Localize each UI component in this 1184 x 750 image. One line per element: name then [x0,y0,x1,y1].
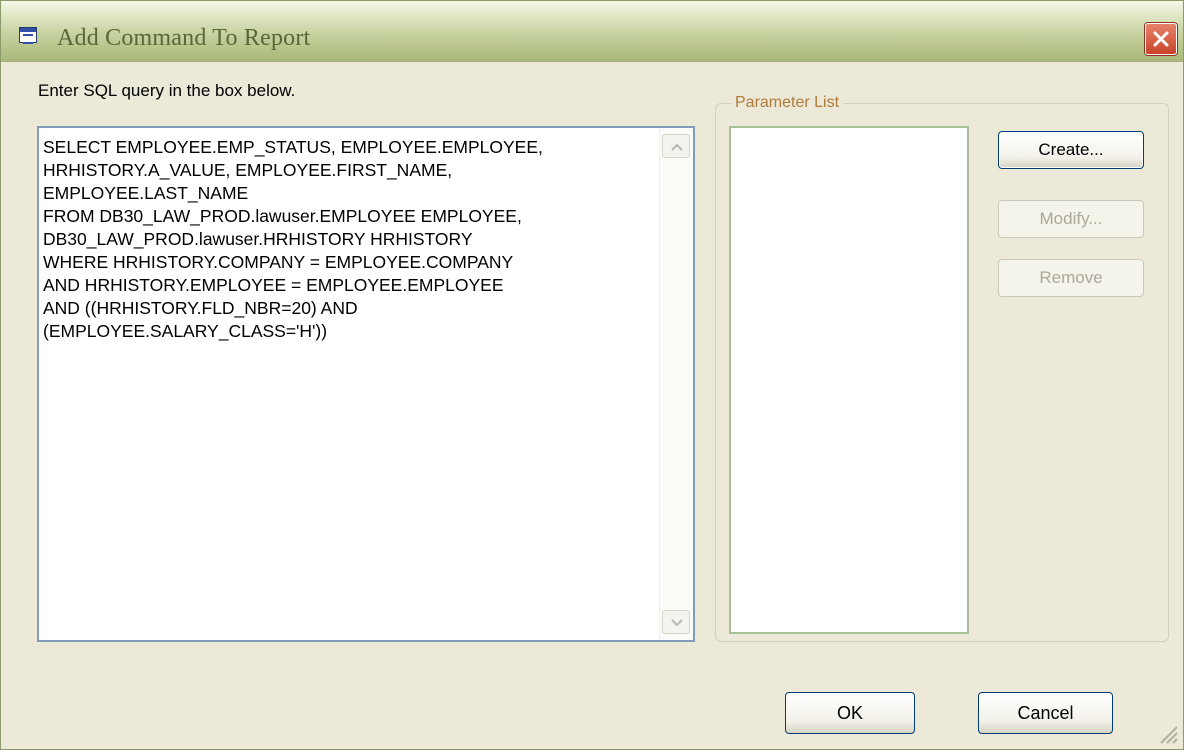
title-bar[interactable]: Add Command To Report [1,1,1183,62]
close-icon [1153,31,1169,47]
chevron-up-icon [671,143,683,151]
modify-button[interactable]: Modify... [998,200,1144,238]
cancel-button[interactable]: Cancel [978,692,1113,734]
remove-button[interactable]: Remove [998,259,1144,297]
sql-vertical-scrollbar[interactable] [659,128,693,640]
app-icon [19,27,37,44]
scroll-up-button[interactable] [662,134,690,158]
close-button[interactable] [1145,23,1177,55]
parameter-list-legend: Parameter List [731,94,844,112]
ok-button[interactable]: OK [785,692,915,734]
chevron-down-icon [671,619,683,627]
create-button[interactable]: Create... [998,131,1144,169]
dialog-window: Add Command To Report Enter SQL query in… [0,0,1184,750]
sql-query-textarea[interactable]: SELECT EMPLOYEE.EMP_STATUS, EMPLOYEE.EMP… [37,126,695,642]
resize-grip-icon[interactable] [1155,721,1179,745]
sql-instruction-label: Enter SQL query in the box below. [38,81,296,100]
parameter-listbox[interactable] [729,126,969,634]
window-title: Add Command To Report [57,25,311,51]
sql-query-text[interactable]: SELECT EMPLOYEE.EMP_STATUS, EMPLOYEE.EMP… [43,136,655,343]
scroll-down-button[interactable] [662,610,690,634]
